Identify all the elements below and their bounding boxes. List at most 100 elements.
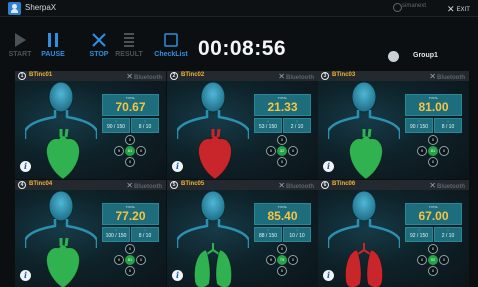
manikin-panel[interactable]: 1 BTinc01 ✕Bluetooth TOTAL 70.67 • 90 / … [15,71,166,179]
manikin-panel[interactable]: 3 BTinc03 ✕Bluetooth TOTAL 81.00 • 90 / … [318,71,469,179]
position-top-indicator: 0 [277,135,287,145]
position-bottom-indicator: 0 [428,157,438,167]
compression-count: 100 / 150 [105,233,127,239]
info-icon[interactable]: i [20,270,31,281]
position-bottom-indicator: 0 [125,266,135,276]
title-bar: SherpaX simanext ✕ EXIT [0,0,478,17]
elapsed-timer: 00:08:56 [198,37,287,60]
panel-device-name: BTinc05 [181,181,205,187]
total-score-value: 70.67 [115,100,146,114]
position-right-indicator: 0 [288,146,298,156]
total-score-value: 81.00 [418,100,449,114]
compression-count: 53 / 150 [258,124,278,130]
total-score-box: TOTAL 21.33 [254,94,311,116]
exit-label: EXIT [456,7,470,13]
position-right-indicator: 0 [136,255,146,265]
compression-indicator: • [418,228,420,232]
stop-label: STOP [89,51,109,58]
app-title: SherpaX [25,3,57,12]
result-button[interactable]: RESULT [114,32,144,58]
close-icon: ✕ [447,4,455,14]
ventilation-count: 2 / 10 [290,124,304,130]
pause-button[interactable]: PAUSE [38,32,68,58]
position-bottom-indicator: 0 [125,157,135,167]
total-score-box: TOTAL 67.00 [405,203,462,225]
position-center-indicator: 79 [277,255,287,265]
toolbar: START PAUSE STOP RESULT CheckList 00:08:… [0,18,478,70]
position-center-indicator: 92 [428,255,438,265]
ventilation-indicator: • [447,119,449,123]
ventilation-count: 8 / 10 [441,124,455,130]
manikin-panel[interactable]: 6 BTinc06 ✕Bluetooth TOTAL 67.00 • 92 / … [318,180,469,287]
group-label: Group1 [413,52,438,59]
bluetooth-off-icon: ✕ [126,181,133,190]
exit-button[interactable]: ✕ EXIT [447,3,470,14]
bluetooth-status: ✕Bluetooth [429,72,465,81]
info-icon[interactable]: i [323,161,334,172]
ventilation-indicator: • [144,228,146,232]
panel-body: TOTAL 81.00 • 90 / 150 • 8 / 10 0 9 81 0… [318,81,469,179]
start-label: START [8,51,32,58]
ventilation-count: 2 / 10 [441,233,455,239]
info-icon[interactable]: i [172,270,183,281]
position-bottom-indicator: 0 [277,157,287,167]
result-label: RESULT [115,51,143,58]
result-list-icon [124,33,134,47]
checklist-label: CheckList [154,51,188,58]
compression-count-box: • 88 / 150 [254,227,282,242]
info-icon[interactable]: i [20,161,31,172]
manikin-panel[interactable]: 4 BTinc04 ✕Bluetooth TOTAL 77.20 • 100 /… [15,180,166,287]
compression-count: 90 / 150 [106,124,126,130]
panel-device-name: BTinc01 [29,72,53,78]
ventilation-count-box: • 10 / 10 [283,227,311,242]
info-icon[interactable]: i [172,161,183,172]
pause-icon [48,33,58,47]
compression-indicator: • [115,228,117,232]
ventilation-count: 8 / 10 [138,124,152,130]
compression-count-box: • 92 / 150 [405,227,433,242]
stop-x-icon [92,33,106,47]
position-right-indicator: 0 [288,255,298,265]
position-top-indicator: 0 [277,244,287,254]
brand-name: simanext [402,3,427,9]
ventilation-count-box: • 8 / 10 [131,118,159,133]
bluetooth-status: ✕Bluetooth [278,72,314,81]
compression-count: 90 / 150 [409,124,429,130]
ventilation-count: 8 / 10 [138,233,152,239]
bluetooth-status: ✕Bluetooth [126,181,162,190]
position-center-indicator: 81 [125,146,135,156]
sherpa-logo-icon [8,2,21,15]
manikin-panel[interactable]: 5 BTinc05 ✕Bluetooth TOTAL 85.40 • 88 / … [167,180,318,287]
torso-heart-icon [328,81,400,179]
position-top-indicator: 0 [428,244,438,254]
panel-device-name: BTinc06 [332,181,356,187]
position-top-indicator: 0 [125,244,135,254]
stop-button[interactable]: STOP [86,32,112,58]
panel-body: TOTAL 77.20 • 100 / 150 • 8 / 10 0 9 81 … [15,190,166,287]
manikin-panel[interactable]: 2 BTinc02 ✕Bluetooth TOTAL 21.33 • 53 / … [167,71,318,179]
position-top-indicator: 0 [125,135,135,145]
ventilation-count-box: • 2 / 10 [283,118,311,133]
ventilation-count-box: • 8 / 10 [131,227,159,242]
pause-label: PAUSE [41,51,65,58]
total-score-value: 85.40 [267,209,298,223]
panel-body: TOTAL 70.67 • 90 / 150 • 8 / 10 0 9 81 0… [15,81,166,179]
position-left-indicator: 9 [114,255,124,265]
checklist-square-icon [164,33,178,47]
total-score-value: 21.33 [267,100,298,114]
position-right-indicator: 0 [136,146,146,156]
position-top-indicator: 0 [428,135,438,145]
ventilation-count-box: • 8 / 10 [434,118,462,133]
bluetooth-off-icon: ✕ [429,72,436,81]
compression-indicator: • [115,119,117,123]
checklist-button[interactable]: CheckList [150,32,192,58]
info-icon[interactable]: i [323,270,334,281]
torso-heart-icon [25,190,97,287]
total-score-box: TOTAL 85.40 [254,203,311,225]
position-right-indicator: 0 [439,255,449,265]
ventilation-count: 10 / 10 [289,233,305,239]
position-left-indicator: 9 [114,146,124,156]
ventilation-indicator: • [296,119,298,123]
start-button[interactable]: START [5,32,35,58]
position-left-indicator: 9 [417,146,427,156]
